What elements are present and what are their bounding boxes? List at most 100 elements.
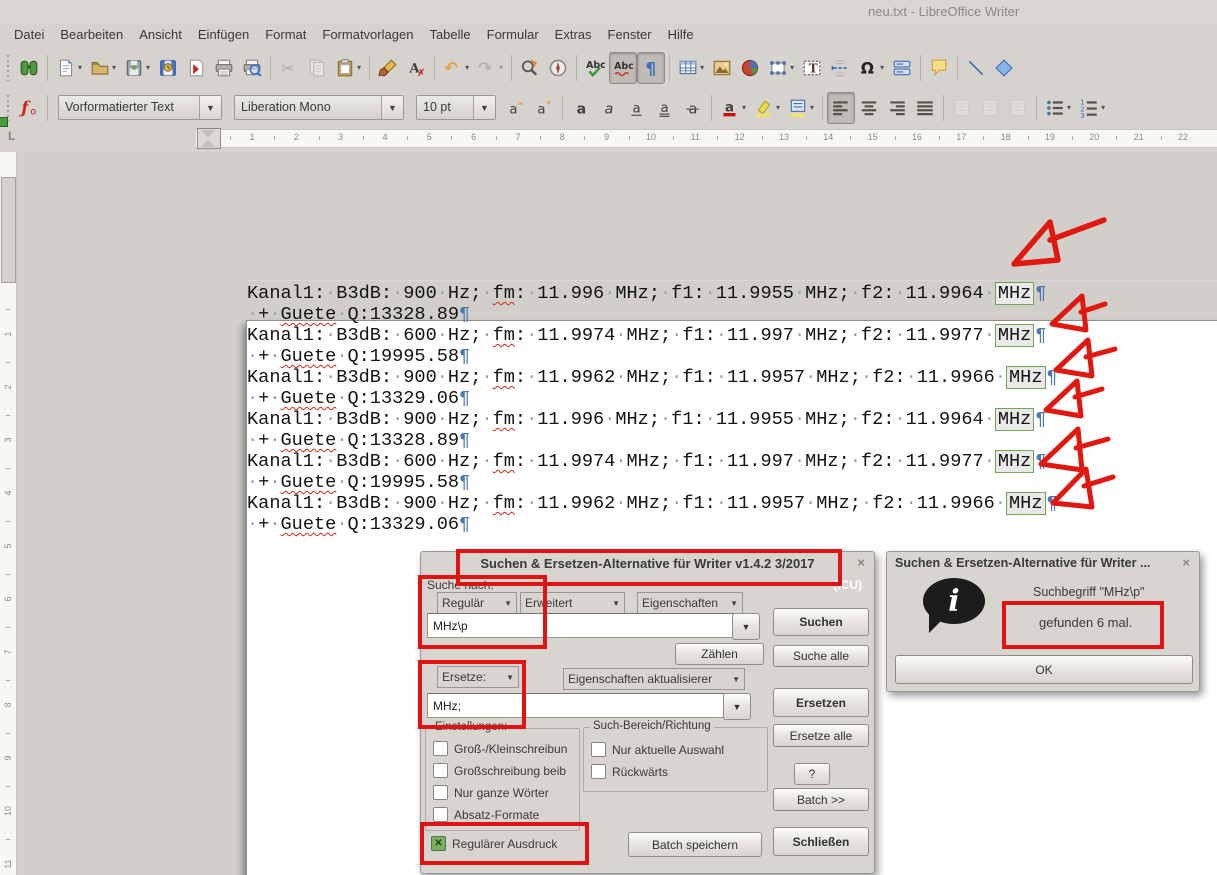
dropdown-arrow-icon[interactable]: ▾ — [499, 63, 503, 72]
setting-checkbox[interactable] — [433, 741, 448, 756]
batch-button[interactable]: Batch >> — [773, 788, 869, 811]
underline-icon[interactable]: a — [623, 92, 651, 124]
align-left-icon[interactable] — [827, 92, 855, 124]
batch-save-button[interactable]: Batch speichern — [628, 832, 762, 857]
menu-ansicht[interactable]: Ansicht — [131, 27, 190, 42]
page-break-icon[interactable] — [826, 52, 854, 84]
font-color-icon[interactable]: a▾ — [716, 92, 750, 124]
scope-checkbox[interactable] — [591, 764, 606, 779]
menu-extras[interactable]: Extras — [547, 27, 600, 42]
basic-shapes-icon[interactable] — [990, 52, 1018, 84]
properties-combo[interactable]: Eigenschaften▼ — [637, 592, 743, 614]
search-result-info-dialog[interactable]: Suchen & Ersetzen-Alternative für Writer… — [886, 551, 1200, 692]
menu-hilfe[interactable]: Hilfe — [660, 27, 702, 42]
menu-formatvorlagen[interactable]: Formatvorlagen — [314, 27, 421, 42]
replace-history-dropdown[interactable]: ▼ — [723, 693, 751, 720]
search-input[interactable]: MHz\p — [427, 613, 734, 638]
spelling-icon[interactable]: Abc — [581, 52, 609, 84]
dropdown-arrow-icon[interactable]: ▾ — [790, 63, 794, 72]
double-underline-icon[interactable]: a — [651, 92, 679, 124]
formatting-marks-icon[interactable]: ¶ — [637, 52, 665, 84]
open-icon[interactable]: ▾ — [86, 52, 120, 84]
update-properties-combo[interactable]: Eigenschaften aktualisierer▼ — [563, 668, 745, 690]
regex-checkbox[interactable]: ✕ — [431, 836, 446, 851]
replace-button[interactable]: Ersetzen — [773, 688, 869, 717]
chevron-down-icon[interactable]: ▼ — [732, 675, 740, 684]
menu-fenster[interactable]: Fenster — [600, 27, 660, 42]
document-text[interactable]: Kanal1:·B3dB:·900·Hz;·fm:·11.996·MHz;·f1… — [247, 283, 1058, 535]
align-justify-icon[interactable] — [911, 92, 939, 124]
chevron-down-icon[interactable]: ▼ — [730, 599, 738, 608]
toolbar-handle[interactable] — [5, 55, 12, 81]
save-as-icon[interactable] — [154, 52, 182, 84]
superscript-icon[interactable]: a — [502, 92, 530, 124]
subscript-icon[interactable]: a — [530, 92, 558, 124]
find-toolbar-icon[interactable] — [15, 52, 43, 84]
dropdown-arrow-icon[interactable]: ▾ — [357, 63, 361, 72]
dropdown-arrow-icon[interactable]: ▾ — [78, 63, 82, 72]
setting-checkbox[interactable] — [433, 807, 448, 822]
tab-stop-selector[interactable]: L — [8, 129, 15, 143]
setting-checkbox[interactable] — [433, 763, 448, 778]
chevron-down-icon[interactable]: ▼ — [199, 96, 221, 119]
find-replace-icon[interactable] — [516, 52, 544, 84]
menu-formular[interactable]: Formular — [479, 27, 547, 42]
indent-marker[interactable] — [197, 128, 221, 149]
replace-input[interactable]: MHz; — [427, 693, 725, 718]
print-icon[interactable] — [210, 52, 238, 84]
close-icon[interactable]: × — [1182, 555, 1190, 570]
ok-button[interactable]: OK — [895, 655, 1193, 684]
strikethrough-icon[interactable]: a — [679, 92, 707, 124]
menu-bearbeiten[interactable]: Bearbeiten — [52, 27, 131, 42]
dropdown-arrow-icon[interactable]: ▾ — [810, 103, 814, 112]
vertical-ruler[interactable]: 1234567891011 — [0, 152, 17, 875]
scope-checkbox[interactable] — [591, 742, 606, 757]
italic-icon[interactable]: a — [595, 92, 623, 124]
menu-format[interactable]: Format — [257, 27, 314, 42]
bullet-list-icon[interactable]: ▾ — [1041, 92, 1075, 124]
font-name-combo[interactable]: Liberation Mono▼ — [234, 95, 404, 120]
first-line-indent-marker[interactable] — [201, 130, 215, 138]
font-size-combo[interactable]: 10 pt▼ — [416, 95, 496, 120]
insert-comment-icon[interactable] — [925, 52, 953, 84]
close-icon[interactable]: × — [857, 555, 865, 570]
new-document-icon[interactable]: ▾ — [52, 52, 86, 84]
count-button[interactable]: Zählen — [675, 643, 764, 665]
scope-row[interactable]: Rückwärts — [591, 764, 761, 779]
setting-row[interactable]: Großschreibung beib — [433, 763, 573, 778]
regex-checkbox-row[interactable]: ✕ Regulärer Ausdruck — [431, 836, 557, 851]
clone-formatting-icon[interactable] — [374, 52, 402, 84]
dropdown-arrow-icon[interactable]: ▾ — [742, 103, 746, 112]
replace-all-button[interactable]: Ersetze alle — [773, 724, 869, 747]
chevron-down-icon[interactable]: ▼ — [381, 96, 403, 119]
scope-row[interactable]: Nur aktuelle Auswahl — [591, 742, 761, 757]
insert-line-icon[interactable] — [962, 52, 990, 84]
search-history-dropdown[interactable]: ▼ — [732, 613, 760, 640]
clear-formatting-icon[interactable]: A✗ — [402, 52, 430, 84]
search-all-button[interactable]: Suche alle — [773, 645, 869, 667]
formula-f0-icon[interactable]: ƒo — [15, 92, 43, 124]
help-button[interactable]: ? — [794, 763, 830, 785]
close-dialog-button[interactable]: Schließen — [773, 827, 869, 856]
align-center-icon[interactable] — [855, 92, 883, 124]
export-pdf-icon[interactable] — [182, 52, 210, 84]
dropdown-arrow-icon[interactable]: ▾ — [776, 103, 780, 112]
paste-icon[interactable]: ▾ — [331, 52, 365, 84]
dropdown-arrow-icon[interactable]: ▾ — [465, 63, 469, 72]
dropdown-arrow-icon[interactable]: ▾ — [1067, 103, 1071, 112]
dropdown-arrow-icon[interactable]: ▾ — [112, 63, 116, 72]
replace-mode-combo[interactable]: Ersetze:▼ — [437, 666, 519, 688]
dropdown-arrow-icon[interactable]: ▾ — [1101, 103, 1105, 112]
left-indent-marker[interactable] — [201, 139, 215, 147]
setting-row[interactable]: Groß-/Kleinschreibun — [433, 741, 573, 756]
char-background-icon[interactable]: ▾ — [784, 92, 818, 124]
search-replace-dialog[interactable]: Suchen & Ersetzen-Alternative für Writer… — [420, 551, 875, 874]
align-right-icon[interactable] — [883, 92, 911, 124]
dropdown-arrow-icon[interactable]: ▾ — [880, 63, 884, 72]
insert-field-icon[interactable] — [888, 52, 916, 84]
highlight-color-icon[interactable]: ▾ — [750, 92, 784, 124]
print-preview-icon[interactable] — [238, 52, 266, 84]
menu-einfgen[interactable]: Einfügen — [190, 27, 257, 42]
paragraph-style-combo[interactable]: Vorformatierter Text▼ — [58, 95, 222, 120]
search-button[interactable]: Suchen — [773, 608, 869, 636]
